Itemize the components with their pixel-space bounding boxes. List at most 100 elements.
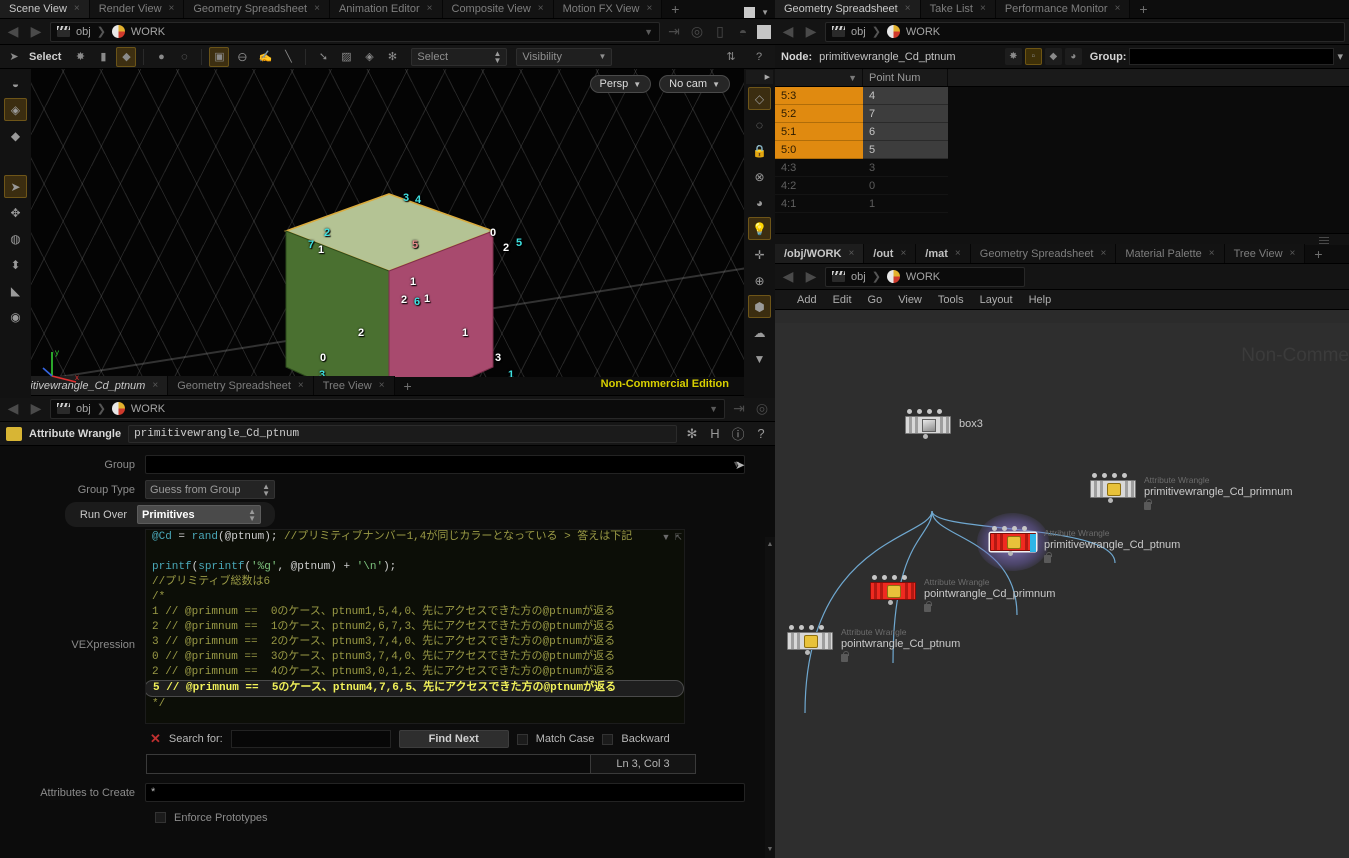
forward-icon[interactable]: ▶ <box>27 400 45 417</box>
close-icon[interactable]: × <box>152 380 158 391</box>
point-num-cell[interactable]: 7 <box>863 105 948 123</box>
display-points-icon[interactable]: ◆ <box>4 124 27 147</box>
rotate-handle-icon[interactable]: ◍ <box>4 227 27 250</box>
network-node[interactable]: Attribute Wrangle primitivewrangle_Cd_pri… <box>1090 473 1293 510</box>
close-icon[interactable]: × <box>1101 248 1107 259</box>
lock-icon[interactable] <box>841 651 849 662</box>
add-tab-button[interactable]: + <box>395 378 421 395</box>
close-search-icon[interactable]: ✕ <box>150 731 161 747</box>
snapshot-icon[interactable]: ☁ <box>748 321 771 344</box>
node-input-connectors[interactable] <box>992 526 1027 531</box>
close-icon[interactable]: × <box>980 3 986 14</box>
shadow-icon[interactable]: ◕ <box>748 191 771 214</box>
tab-material-palette[interactable]: Material Palette × <box>1116 244 1225 263</box>
lasso-select-icon[interactable]: 🜔 <box>232 47 252 67</box>
node-input-connectors[interactable] <box>907 409 942 414</box>
expand-icon[interactable]: ⇱ <box>674 532 682 543</box>
tab-mat[interactable]: /mat × <box>916 244 971 263</box>
tab-geometry-spreadsheet[interactable]: Geometry Spreadsheet × <box>168 376 314 395</box>
node-body[interactable] <box>870 582 916 600</box>
point-num-cell[interactable]: 1 <box>863 195 948 213</box>
tab-geometry-spreadsheet[interactable]: Geometry Spreadsheet × <box>184 0 330 18</box>
node-output-connectors[interactable] <box>1008 551 1013 556</box>
uv-icon[interactable]: ▨ <box>336 47 356 67</box>
close-icon[interactable]: × <box>169 3 175 14</box>
node-body[interactable] <box>990 533 1036 552</box>
lock-icon[interactable] <box>1144 499 1152 510</box>
connector-dot[interactable] <box>927 409 932 414</box>
connector-dot[interactable] <box>1102 473 1107 478</box>
table-row[interactable]: 4:3 3 <box>775 159 1349 177</box>
code-line[interactable]: 1 // @primnum == 0のケース、ptnum1,5,4,0、先にアク… <box>146 605 684 620</box>
connector-dot[interactable] <box>1002 526 1007 531</box>
gear-icon[interactable]: ✻ <box>684 426 700 442</box>
ghost-icon[interactable]: ◌ <box>748 113 771 136</box>
lock-icon[interactable]: 🔒 <box>748 139 771 162</box>
group-input[interactable]: ▼ <box>145 455 745 474</box>
connector-dot[interactable] <box>1022 526 1027 531</box>
target-icon[interactable]: ◎ <box>753 400 771 417</box>
point-num-cell[interactable]: 4 <box>863 87 948 105</box>
code-line[interactable]: /* <box>146 590 684 605</box>
network-canvas[interactable]: Non-Comme box3 Attribute Wrangle primitive… <box>775 323 1349 858</box>
add-tab-button[interactable]: + <box>662 1 688 18</box>
chevron-down-icon[interactable]: ▼ <box>662 532 671 543</box>
network-node[interactable]: box3 <box>905 409 983 439</box>
row-index-cell[interactable]: 5:0 <box>775 141 863 159</box>
attributes-input[interactable]: * <box>145 783 745 802</box>
box-select-icon[interactable]: ▣ <box>209 46 230 67</box>
spinner-icon[interactable]: ▲ ▼ <box>494 49 502 64</box>
table-row[interactable]: 5:2 7 <box>775 105 1349 123</box>
point-num-cell[interactable]: 5 <box>863 141 948 159</box>
table-row[interactable]: 4:2 0 <box>775 177 1349 195</box>
add-tab-button[interactable]: + <box>1305 246 1331 263</box>
close-icon[interactable]: × <box>955 248 961 259</box>
close-icon[interactable]: × <box>427 3 433 14</box>
menu-add[interactable]: Add <box>797 294 817 306</box>
code-line[interactable]: 3 // @primnum == 2のケース、ptnum3,7,4,0、先にアク… <box>146 635 684 650</box>
menu-help[interactable]: Help <box>1029 294 1052 306</box>
tab-out[interactable]: /out × <box>864 244 917 263</box>
chevron-down-icon[interactable]: ▼ <box>709 404 718 414</box>
visibility-dropdown[interactable]: Visibility ▼ <box>516 47 613 66</box>
node-output-flag[interactable] <box>1030 534 1036 552</box>
group-picker-icon[interactable]: ➤ <box>735 458 745 472</box>
row-index-cell[interactable]: 5:2 <box>775 105 863 123</box>
node-output-connectors[interactable] <box>805 650 810 655</box>
detail-icon[interactable]: ◕ <box>1064 48 1082 65</box>
connector-dot[interactable] <box>872 575 877 580</box>
back-icon[interactable]: ◀ <box>4 23 22 40</box>
row-index-cell[interactable]: 5:3 <box>775 87 863 105</box>
light-icon[interactable]: 💡 <box>748 217 771 240</box>
code-line[interactable] <box>146 545 684 560</box>
connector-dot[interactable] <box>992 526 997 531</box>
code-line[interactable]: //プリミティブ総数は6 <box>146 575 684 590</box>
connector-dot[interactable] <box>809 625 814 630</box>
group-type-dropdown[interactable]: Guess from Group ▲ ▼ <box>145 480 275 499</box>
table-row[interactable]: 5:3 4 <box>775 87 1349 105</box>
tab-motion-fx-view[interactable]: Motion FX View × <box>553 0 663 18</box>
find-next-button[interactable]: Find Next <box>398 730 509 748</box>
scene-path-field[interactable]: obj ❯ WORK ▼ <box>50 21 660 42</box>
connector-dot[interactable] <box>923 434 928 439</box>
object-icon[interactable]: ▯ <box>711 23 729 40</box>
scroll-down-icon[interactable]: ▼ <box>766 846 774 854</box>
close-icon[interactable]: × <box>1115 3 1121 14</box>
menu-tools[interactable]: Tools <box>938 294 964 306</box>
menu-view[interactable]: View <box>898 294 922 306</box>
close-icon[interactable]: × <box>1290 248 1296 259</box>
code-line[interactable]: */ <box>146 697 684 712</box>
node-body[interactable] <box>905 416 951 434</box>
primitive-icon[interactable]: ◆ <box>116 46 137 67</box>
select-arrow-icon[interactable]: ➤ <box>4 47 24 67</box>
chevron-down-icon[interactable]: ▼ <box>748 347 771 370</box>
column-header-point-num[interactable]: Point Num <box>863 69 948 86</box>
material-icon[interactable]: ◣ <box>4 279 27 302</box>
param-scrollbar[interactable]: ▲ ▼ <box>765 537 775 858</box>
group-filter-input[interactable] <box>1129 48 1335 65</box>
forward-icon[interactable]: ▶ <box>802 268 820 285</box>
collapse-icon[interactable]: ▶ <box>746 70 773 84</box>
handle-icon[interactable]: ✥ <box>4 201 27 224</box>
chevron-down-icon[interactable]: ▼ <box>599 52 607 61</box>
scroll-up-icon[interactable]: ▲ <box>766 541 774 549</box>
